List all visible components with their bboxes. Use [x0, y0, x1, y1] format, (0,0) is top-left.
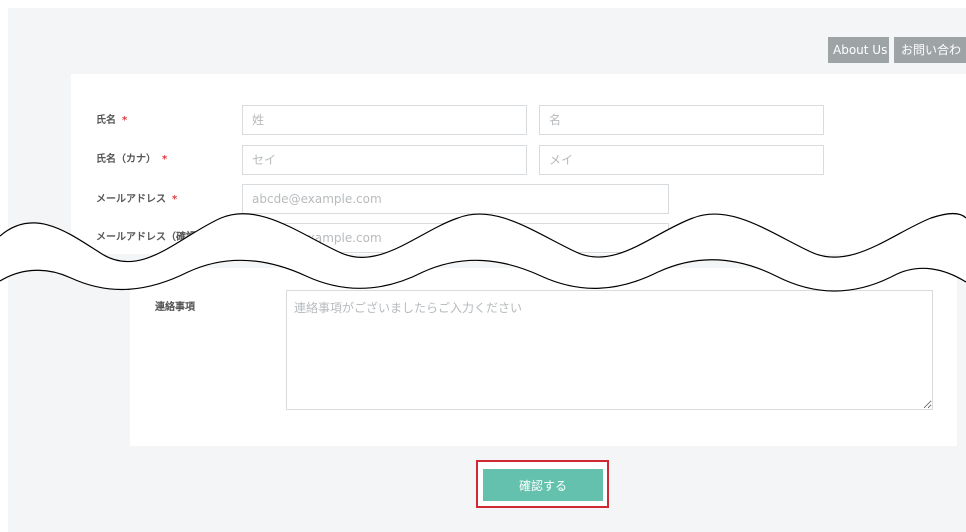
message-textarea[interactable]	[286, 290, 933, 410]
nav-contact-button[interactable]: お問い合わ	[894, 37, 966, 63]
first-name-input[interactable]	[539, 105, 824, 135]
email-required-mark: *	[172, 194, 178, 205]
email-label: メールアドレス *	[96, 190, 177, 205]
name-kana-label-text: 氏名（カナ）	[96, 154, 156, 165]
name-kana-label: 氏名（カナ） *	[96, 150, 167, 165]
last-name-input[interactable]	[242, 105, 527, 135]
first-name-kana-input[interactable]	[539, 145, 824, 175]
email-confirm-label-text: メールアドレス（確認）	[96, 232, 206, 243]
email-label-text: メールアドレス	[96, 194, 166, 205]
last-name-kana-input[interactable]	[242, 145, 527, 175]
email-confirm-required-mark: *	[212, 232, 218, 243]
name-label: 氏名 *	[96, 111, 127, 126]
message-label: 連絡事項	[155, 302, 195, 313]
name-kana-required-mark: *	[162, 154, 168, 165]
name-label-text: 氏名	[96, 115, 116, 126]
nav-about-button[interactable]: About Us	[828, 37, 889, 63]
confirm-submit-button[interactable]: 確認する	[483, 469, 603, 501]
name-required-mark: *	[122, 115, 128, 126]
email-confirm-input[interactable]	[242, 223, 669, 253]
email-confirm-label: メールアドレス（確認） *	[96, 228, 217, 243]
email-input[interactable]	[242, 184, 669, 214]
